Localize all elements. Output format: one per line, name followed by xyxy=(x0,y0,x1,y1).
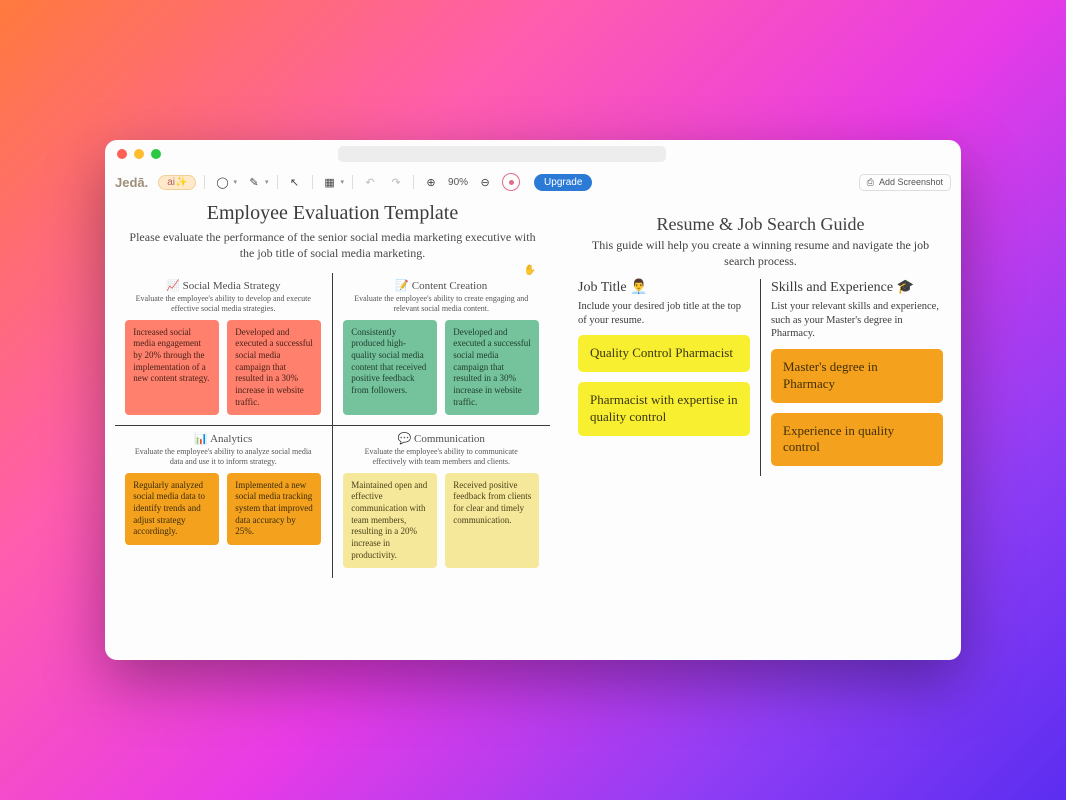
quadrant-subtitle: Evaluate the employee's ability to analy… xyxy=(131,447,316,466)
sticky-note[interactable]: Experience in quality control xyxy=(771,413,943,467)
ai-pill[interactable]: ai✨ xyxy=(158,175,196,190)
column-title: Job Title 👨‍💼 xyxy=(578,279,750,297)
sticky-note[interactable]: Developed and executed a successful soci… xyxy=(227,320,321,416)
window-minimize-button[interactable] xyxy=(134,149,144,159)
column-description: Include your desired job title at the to… xyxy=(578,300,750,327)
canvas[interactable]: Employee Evaluation Template Please eval… xyxy=(105,196,961,660)
card-row: Consistently produced high-quality socia… xyxy=(341,320,543,416)
guide-title: Resume & Job Search Guide xyxy=(560,214,961,235)
guide-columns: Job Title 👨‍💼 Include your desired job ti… xyxy=(560,279,961,476)
window-close-button[interactable] xyxy=(117,149,127,159)
quadrant-title: 💬 Communication xyxy=(341,432,543,445)
app-logo: Jedā. xyxy=(115,175,148,190)
chevron-down-icon: ▾ xyxy=(341,178,345,186)
divider xyxy=(352,175,353,189)
sticky-note[interactable]: Quality Control Pharmacist xyxy=(578,335,750,372)
grid-tool-icon[interactable]: ▦ xyxy=(321,173,339,191)
quadrant: 📊 Analytics Evaluate the employee's abili… xyxy=(115,426,333,578)
cursor-tool-icon[interactable]: ↖ xyxy=(286,173,304,191)
quadrant-subtitle: Evaluate the employee's ability to creat… xyxy=(349,294,535,313)
quadrant: 📈 Social Media Strategy Evaluate the empl… xyxy=(115,273,333,426)
column-title: Skills and Experience 🎓 xyxy=(771,279,943,297)
add-screenshot-label: Add Screenshot xyxy=(879,177,943,187)
quadrant-subtitle: Evaluate the employee's ability to devel… xyxy=(131,294,316,313)
employee-evaluation-panel: Employee Evaluation Template Please eval… xyxy=(105,196,560,660)
guide-subtitle: This guide will help you create a winnin… xyxy=(560,235,961,269)
redo-icon[interactable]: ↷ xyxy=(387,173,405,191)
sticky-note[interactable]: Regularly analyzed social media data to … xyxy=(125,473,219,545)
card-row: Increased social media engagement by 20%… xyxy=(123,320,324,416)
evaluation-grid: 📈 Social Media Strategy Evaluate the empl… xyxy=(115,273,550,578)
card-row: Maintained open and effective communicat… xyxy=(341,473,543,569)
zoom-in-icon[interactable]: ⊕ xyxy=(422,173,440,191)
window-maximize-button[interactable] xyxy=(151,149,161,159)
divider xyxy=(204,175,205,189)
sticky-note[interactable]: Maintained open and effective communicat… xyxy=(343,473,437,569)
url-bar[interactable] xyxy=(338,146,666,162)
page-subtitle-wrap: Please evaluate the performance of the s… xyxy=(115,229,550,261)
chevron-down-icon: ▾ xyxy=(265,178,269,186)
sticky-note[interactable]: Master's degree in Pharmacy xyxy=(771,349,943,403)
sticky-note[interactable]: Implemented a new social media tracking … xyxy=(227,473,321,545)
add-screenshot-button[interactable]: ⎙ Add Screenshot xyxy=(859,174,951,191)
undo-icon[interactable]: ↶ xyxy=(361,173,379,191)
zoom-out-icon[interactable]: ⊖ xyxy=(476,173,494,191)
chevron-down-icon: ▾ xyxy=(233,178,237,186)
divider xyxy=(312,175,313,189)
pen-tool-icon[interactable]: ✎ xyxy=(245,173,263,191)
guide-column: Job Title 👨‍💼 Include your desired job ti… xyxy=(568,279,761,476)
page-subtitle: Please evaluate the performance of the s… xyxy=(129,230,535,260)
hand-cursor-icon: ✋ xyxy=(524,264,536,278)
shape-circle-tool-icon[interactable]: ◯ xyxy=(213,173,231,191)
sticky-note[interactable]: Increased social media engagement by 20%… xyxy=(125,320,219,416)
quadrant-title: 📊 Analytics xyxy=(123,432,324,445)
target-icon[interactable] xyxy=(502,173,520,191)
zoom-level[interactable]: 90% xyxy=(448,177,468,188)
resume-guide-panel: Resume & Job Search Guide This guide wil… xyxy=(560,196,961,660)
image-icon: ⎙ xyxy=(867,177,874,188)
sticky-note[interactable]: Received positive feedback from clients … xyxy=(445,473,539,569)
divider xyxy=(413,175,414,189)
quadrant-subtitle: Evaluate the employee's ability to commu… xyxy=(349,447,535,466)
sticky-note[interactable]: Developed and executed a successful soci… xyxy=(445,320,539,416)
window-titlebar xyxy=(105,140,961,168)
card-row: Regularly analyzed social media data to … xyxy=(123,473,324,545)
divider xyxy=(277,175,278,189)
sticky-note[interactable]: Consistently produced high-quality socia… xyxy=(343,320,437,416)
quadrant: 📝 Content Creation Evaluate the employee'… xyxy=(333,273,551,426)
quadrant-title: 📈 Social Media Strategy xyxy=(123,279,324,292)
quadrant-title: 📝 Content Creation xyxy=(341,279,543,292)
sticky-note[interactable]: Pharmacist with expertise in quality con… xyxy=(578,382,750,436)
upgrade-button[interactable]: Upgrade xyxy=(534,174,592,191)
quadrant: 💬 Communication Evaluate the employee's a… xyxy=(333,426,551,578)
guide-column: Skills and Experience 🎓 List your relevan… xyxy=(761,279,953,476)
toolbar: Jedā. ai✨ ◯▾ ✎▾ ↖ ▦▾ ↶ ↷ ⊕ 90% ⊖ Upgrade… xyxy=(105,168,961,196)
column-description: List your relevant skills and experience… xyxy=(771,300,943,341)
app-window: Jedā. ai✨ ◯▾ ✎▾ ↖ ▦▾ ↶ ↷ ⊕ 90% ⊖ Upgrade… xyxy=(105,140,961,660)
page-title: Employee Evaluation Template xyxy=(115,202,550,225)
